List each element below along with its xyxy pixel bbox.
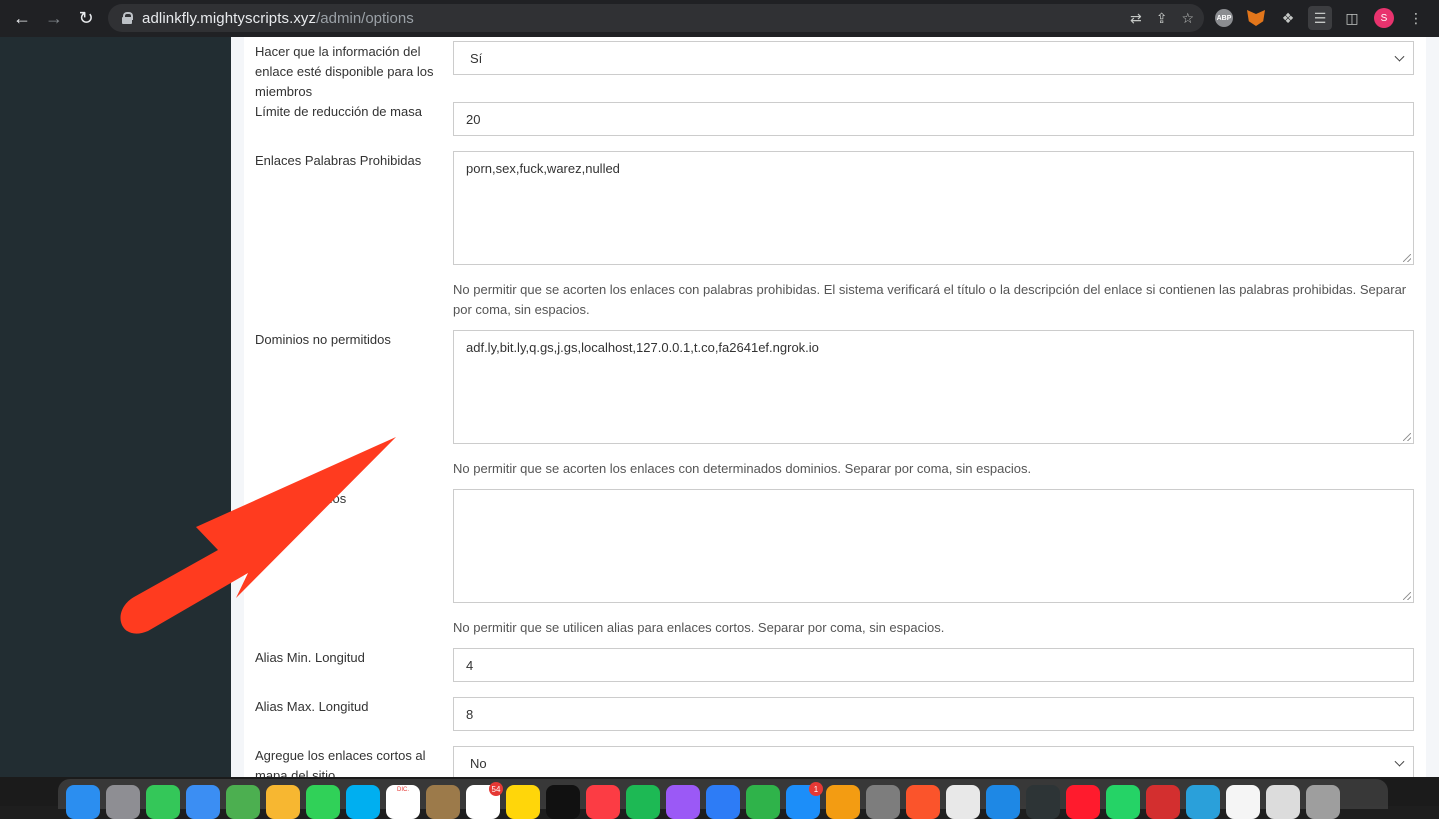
opera-icon[interactable] <box>1066 785 1100 819</box>
appletv-icon[interactable] <box>546 785 580 819</box>
link-info-select[interactable]: Sí <box>453 41 1414 75</box>
extensions-puzzle-icon[interactable]: ❖ <box>1276 6 1300 30</box>
mass-limit-label: Límite de reducción de masa <box>255 104 422 119</box>
banned-words-label: Enlaces Palabras Prohibidas <box>255 153 422 168</box>
back-icon[interactable]: ← <box>6 2 38 34</box>
facetime-icon[interactable] <box>306 785 340 819</box>
alias-min-label: Alias Min. Longitud <box>255 650 365 665</box>
sitemap-select[interactable]: No <box>453 746 1414 777</box>
calendar-month-label: DIC. <box>397 787 409 793</box>
options-card: Hacer que la información del enlace esté… <box>244 37 1426 777</box>
photos-icon[interactable] <box>266 785 300 819</box>
browser-toolbar: ← → ↻ adlinkfly.mightyscripts.xyz/admin/… <box>0 0 1439 37</box>
avatar: S <box>1374 8 1394 28</box>
banned-domains-textarea[interactable]: adf.ly,bit.ly,q.gs,j.gs,localhost,127.0.… <box>453 330 1414 444</box>
reserved-aliases-help: No permitir que se utilicen alias para e… <box>453 620 945 635</box>
maps-icon[interactable] <box>226 785 260 819</box>
git-icon[interactable] <box>1026 785 1060 819</box>
banned-domains-help: No permitir que se acorten los enlaces c… <box>453 461 1032 476</box>
notification-badge: 54 <box>489 782 503 796</box>
spotify-icon[interactable] <box>626 785 660 819</box>
banned-domains-label: Dominios no permitidos <box>255 332 391 347</box>
brave-icon[interactable] <box>906 785 940 819</box>
menu-kebab-icon[interactable]: ⋮ <box>1404 6 1428 30</box>
messages-icon[interactable] <box>146 785 180 819</box>
notification-badge: 1 <box>809 782 823 796</box>
reserved-aliases-textarea[interactable] <box>453 489 1414 603</box>
reminders-icon[interactable]: 54 <box>466 782 503 819</box>
notes-icon[interactable] <box>506 785 540 819</box>
chevron-down-icon <box>1394 51 1405 62</box>
banned-domains-value: adf.ly,bit.ly,q.gs,j.gs,localhost,127.0.… <box>466 340 819 355</box>
textedit-icon[interactable] <box>1226 785 1260 819</box>
omnibox-actions: ⇄ ⇪ ☆ <box>1130 4 1194 32</box>
resize-grip-icon[interactable] <box>1403 592 1411 600</box>
macos-dock: DIC. 54 1 <box>58 779 1388 819</box>
notes-brown-icon[interactable] <box>426 785 460 819</box>
resize-grip-icon[interactable] <box>1403 254 1411 262</box>
music-icon[interactable] <box>586 785 620 819</box>
trash-icon[interactable] <box>1306 785 1340 819</box>
alias-min-input[interactable]: 4 <box>453 648 1414 682</box>
alias-max-label: Alias Max. Longitud <box>255 699 369 714</box>
share-icon[interactable]: ⇪ <box>1156 10 1168 27</box>
reload-icon[interactable]: ↻ <box>70 2 102 34</box>
resize-grip-icon[interactable] <box>1403 433 1411 441</box>
banned-words-textarea[interactable]: porn,sex,fuck,warez,nulled <box>453 151 1414 265</box>
sitemap-value: No <box>470 755 487 771</box>
sitemap-label: Agregue los enlaces cortos al mapa del s… <box>255 748 426 777</box>
documents-icon[interactable] <box>1266 785 1300 819</box>
mass-limit-input[interactable]: 20 <box>453 102 1414 136</box>
translate-icon[interactable]: ⇄ <box>1130 10 1142 27</box>
banned-words-help: No permitir que se acorten los enlaces c… <box>453 282 1407 317</box>
alias-max-value: 8 <box>466 706 474 722</box>
url-path: /admin/options <box>316 9 414 27</box>
finder-icon[interactable] <box>66 785 100 819</box>
calendar-icon[interactable]: DIC. <box>386 785 420 819</box>
launchpad-icon[interactable] <box>106 785 140 819</box>
page: Hacer que la información del enlace esté… <box>0 37 1439 777</box>
mail-icon[interactable] <box>186 785 220 819</box>
banned-words-value: porn,sex,fuck,warez,nulled <box>466 161 620 176</box>
adblock-plus-icon[interactable]: ABP <box>1212 6 1236 30</box>
link-info-value: Sí <box>470 50 483 66</box>
profile-avatar[interactable]: S <box>1372 6 1396 30</box>
appstore-icon[interactable]: 1 <box>786 782 823 819</box>
telegram-icon[interactable] <box>1186 785 1220 819</box>
link-info-label: Hacer que la información del enlace esté… <box>255 44 434 99</box>
system-preferences-icon[interactable] <box>866 785 900 819</box>
side-panel-icon[interactable]: ◫ <box>1340 6 1364 30</box>
forward-icon[interactable]: → <box>38 2 70 34</box>
skype-icon[interactable] <box>346 785 380 819</box>
whatsapp-icon[interactable] <box>1106 785 1140 819</box>
acrobat-icon[interactable] <box>1146 785 1180 819</box>
address-bar[interactable]: adlinkfly.mightyscripts.xyz/admin/option… <box>108 4 1204 32</box>
chrome-icon[interactable] <box>946 785 980 819</box>
alias-min-value: 4 <box>466 657 474 673</box>
metamask-icon[interactable] <box>1244 6 1268 30</box>
extensions-bar: ABP ❖ ☰ ◫ S ⋮ <box>1212 4 1428 32</box>
reading-list-icon[interactable]: ☰ <box>1308 6 1332 30</box>
podcasts-icon[interactable] <box>666 785 700 819</box>
star-icon[interactable]: ☆ <box>1181 10 1194 27</box>
keynote-icon[interactable] <box>706 785 740 819</box>
lock-icon[interactable] <box>122 12 133 24</box>
alias-max-input[interactable]: 8 <box>453 697 1414 731</box>
safari-icon[interactable] <box>986 785 1020 819</box>
pages-icon[interactable] <box>826 785 860 819</box>
admin-sidebar <box>0 37 231 777</box>
url-host: adlinkfly.mightyscripts.xyz <box>142 9 317 27</box>
mass-limit-value: 20 <box>466 111 481 127</box>
numbers-icon[interactable] <box>746 785 780 819</box>
chevron-down-icon <box>1394 756 1405 767</box>
